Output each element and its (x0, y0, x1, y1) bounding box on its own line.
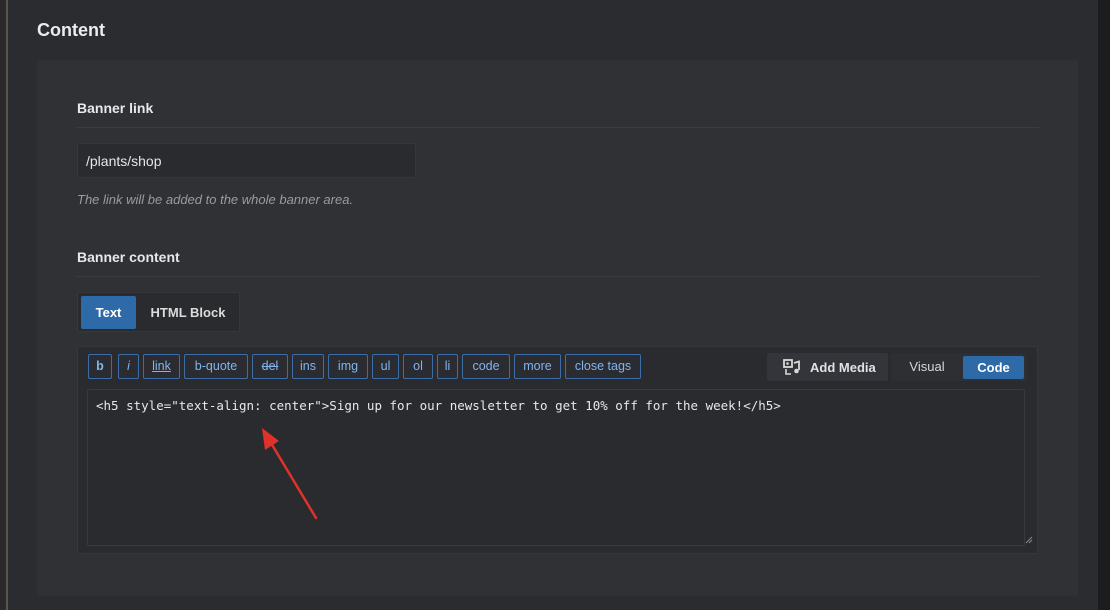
banner-content-label: Banner content (77, 249, 180, 265)
editor-tabs: Text HTML Block (77, 292, 240, 332)
quicktag-del-button[interactable]: del (252, 354, 288, 379)
mode-code-button[interactable]: Code (963, 356, 1024, 379)
quicktag-bquote-button[interactable]: b-quote (184, 354, 248, 379)
quicktag-code-button[interactable]: code (462, 354, 510, 379)
section-title: Content (37, 20, 105, 40)
divider (77, 276, 1039, 277)
tab-text[interactable]: Text (81, 296, 136, 329)
add-media-button[interactable]: Add Media (767, 353, 888, 381)
banner-link-label: Banner link (77, 100, 154, 116)
quicktag-link-button[interactable]: link (143, 354, 180, 379)
content-card: Banner link The link will be added to th… (37, 60, 1078, 596)
quicktag-img-button[interactable]: img (328, 354, 368, 379)
banner-link-input[interactable] (77, 143, 416, 178)
banner-link-hint: The link will be added to the whole bann… (77, 192, 354, 207)
quicktag-italic-button[interactable]: i (118, 354, 139, 379)
tab-html-block[interactable]: HTML Block (140, 296, 236, 329)
quicktag-bold-button[interactable]: b (88, 354, 112, 379)
quicktag-li-button[interactable]: li (437, 354, 458, 379)
divider (77, 127, 1039, 128)
editor-box: b i link b-quote del ins img ul ol li co… (77, 346, 1038, 554)
add-media-label: Add Media (810, 360, 876, 375)
mode-visual-button[interactable]: Visual (891, 353, 963, 381)
quicktag-ul-button[interactable]: ul (372, 354, 399, 379)
quicktag-ol-button[interactable]: ol (403, 354, 433, 379)
quicktag-more-button[interactable]: more (514, 354, 561, 379)
content-panel: Content Banner link The link will be add… (8, 0, 1098, 610)
quicktag-close-tags-button[interactable]: close tags (565, 354, 641, 379)
resize-grip-icon[interactable] (1025, 531, 1033, 549)
media-icon (783, 359, 801, 378)
window-left-edge (0, 0, 8, 610)
code-editor-textarea[interactable]: <h5 style="text-align: center">Sign up f… (87, 389, 1025, 546)
quicktag-ins-button[interactable]: ins (292, 354, 324, 379)
editor-mode-switch: Visual Code (891, 353, 1027, 381)
